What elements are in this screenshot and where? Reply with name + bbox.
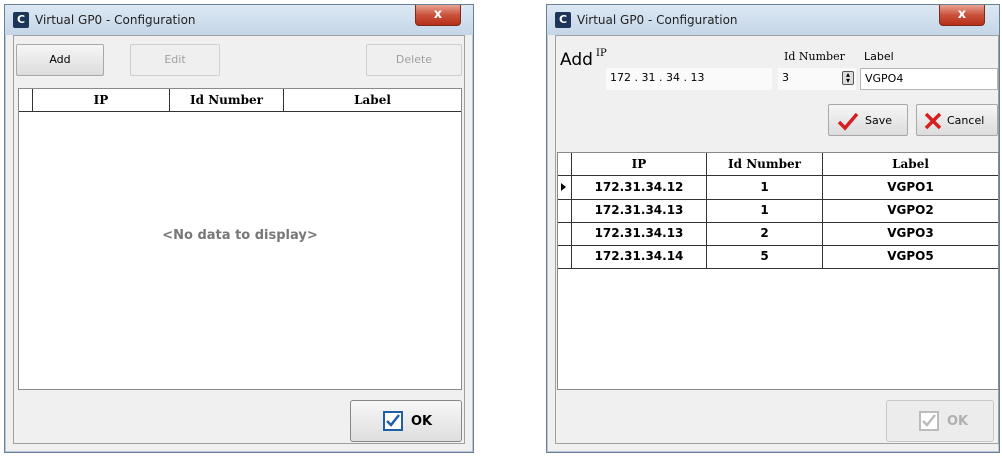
- client-area: Add IP 172 . 31 . 34 . 13 Id Number 3 ▴ ▾…: [555, 35, 999, 444]
- ok-label: OK: [411, 414, 433, 429]
- cell-label[interactable]: VGPO5: [823, 245, 998, 268]
- cell-ip[interactable]: 172.31.34.12: [572, 176, 707, 199]
- data-grid[interactable]: IP Id Number Label 172.31.34.12 1 VGPO1 …: [557, 152, 999, 390]
- cell-label[interactable]: VGPO3: [823, 222, 998, 245]
- table-row[interactable]: 172.31.34.14 5 VGPO5: [558, 245, 998, 269]
- right-config-window: C Virtual GP0 - Configuration x Add IP 1…: [546, 4, 1000, 453]
- app-icon: C: [555, 12, 571, 28]
- table-row[interactable]: 172.31.34.13 1 VGPO2: [558, 199, 998, 223]
- check-icon: [383, 411, 403, 431]
- ok-button[interactable]: OK: [350, 400, 462, 442]
- empty-grid-message: <No data to display>: [162, 228, 318, 243]
- save-label: Save: [865, 114, 893, 127]
- label-input[interactable]: VGPO4: [860, 68, 998, 90]
- left-config-window: C Virtual GP0 - Configuration x Add Edit…: [4, 4, 474, 453]
- label-field-label: Label: [864, 50, 894, 63]
- title-bar[interactable]: C Virtual GP0 - Configuration x: [547, 5, 999, 35]
- delete-button[interactable]: Delete: [366, 44, 462, 76]
- cell-ip[interactable]: 172.31.34.13: [572, 199, 707, 222]
- ip-label: IP: [596, 48, 607, 59]
- cell-id-number[interactable]: 5: [707, 245, 823, 268]
- column-header-ip[interactable]: IP: [33, 89, 170, 111]
- row-indicator: [558, 222, 572, 245]
- row-indicator-header: [558, 153, 572, 175]
- id-number-value: 3: [782, 71, 789, 84]
- cell-id-number[interactable]: 1: [707, 199, 823, 222]
- client-area: Add Edit Delete IP Id Number Label <No d…: [13, 35, 465, 444]
- cancel-x-icon: [924, 112, 942, 130]
- row-indicator-header: [19, 89, 33, 111]
- ok-button[interactable]: OK: [886, 400, 994, 442]
- table-row[interactable]: 172.31.34.12 1 VGPO1: [558, 176, 998, 200]
- edit-button[interactable]: Edit: [130, 44, 220, 76]
- row-indicator: [558, 245, 572, 268]
- column-header-label[interactable]: Label: [284, 89, 461, 111]
- app-icon: C: [13, 12, 29, 28]
- ip-address-field[interactable]: 172 . 31 . 34 . 13: [606, 68, 772, 90]
- cell-id-number[interactable]: 1: [707, 176, 823, 199]
- cell-label[interactable]: VGPO2: [823, 199, 998, 222]
- ok-label: OK: [947, 414, 969, 429]
- id-number-label: Id Number: [784, 50, 845, 63]
- window-title: Virtual GP0 - Configuration: [35, 13, 196, 27]
- grid-header: IP Id Number Label: [558, 153, 998, 176]
- row-indicator: [558, 199, 572, 222]
- check-icon: [919, 411, 939, 431]
- close-button[interactable]: x: [415, 5, 461, 26]
- cell-ip[interactable]: 172.31.34.14: [572, 245, 707, 268]
- row-indicator: [558, 176, 572, 199]
- cell-ip[interactable]: 172.31.34.13: [572, 222, 707, 245]
- spin-arrows-icon[interactable]: ▴ ▾: [842, 71, 854, 85]
- form-heading: Add: [560, 50, 593, 70]
- cancel-label: Cancel: [947, 114, 985, 127]
- cell-label[interactable]: VGPO1: [823, 176, 998, 199]
- title-bar[interactable]: C Virtual GP0 - Configuration x: [5, 5, 473, 35]
- cell-id-number[interactable]: 2: [707, 222, 823, 245]
- table-row[interactable]: 172.31.34.13 2 VGPO3: [558, 222, 998, 246]
- id-number-stepper[interactable]: 3 ▴ ▾: [778, 68, 856, 90]
- checkmark-icon: [837, 112, 859, 131]
- data-grid[interactable]: IP Id Number Label <No data to display>: [18, 88, 462, 390]
- close-button[interactable]: x: [939, 5, 985, 26]
- grid-header: IP Id Number Label: [19, 89, 461, 112]
- window-title: Virtual GP0 - Configuration: [577, 13, 738, 27]
- cancel-button[interactable]: Cancel: [916, 104, 998, 136]
- current-row-arrow-icon: [561, 183, 566, 191]
- save-button[interactable]: Save: [828, 104, 908, 136]
- add-button[interactable]: Add: [16, 44, 104, 76]
- column-header-id-number[interactable]: Id Number: [707, 153, 823, 175]
- column-header-ip[interactable]: IP: [572, 153, 707, 175]
- column-header-id-number[interactable]: Id Number: [170, 89, 284, 111]
- column-header-label[interactable]: Label: [823, 153, 998, 175]
